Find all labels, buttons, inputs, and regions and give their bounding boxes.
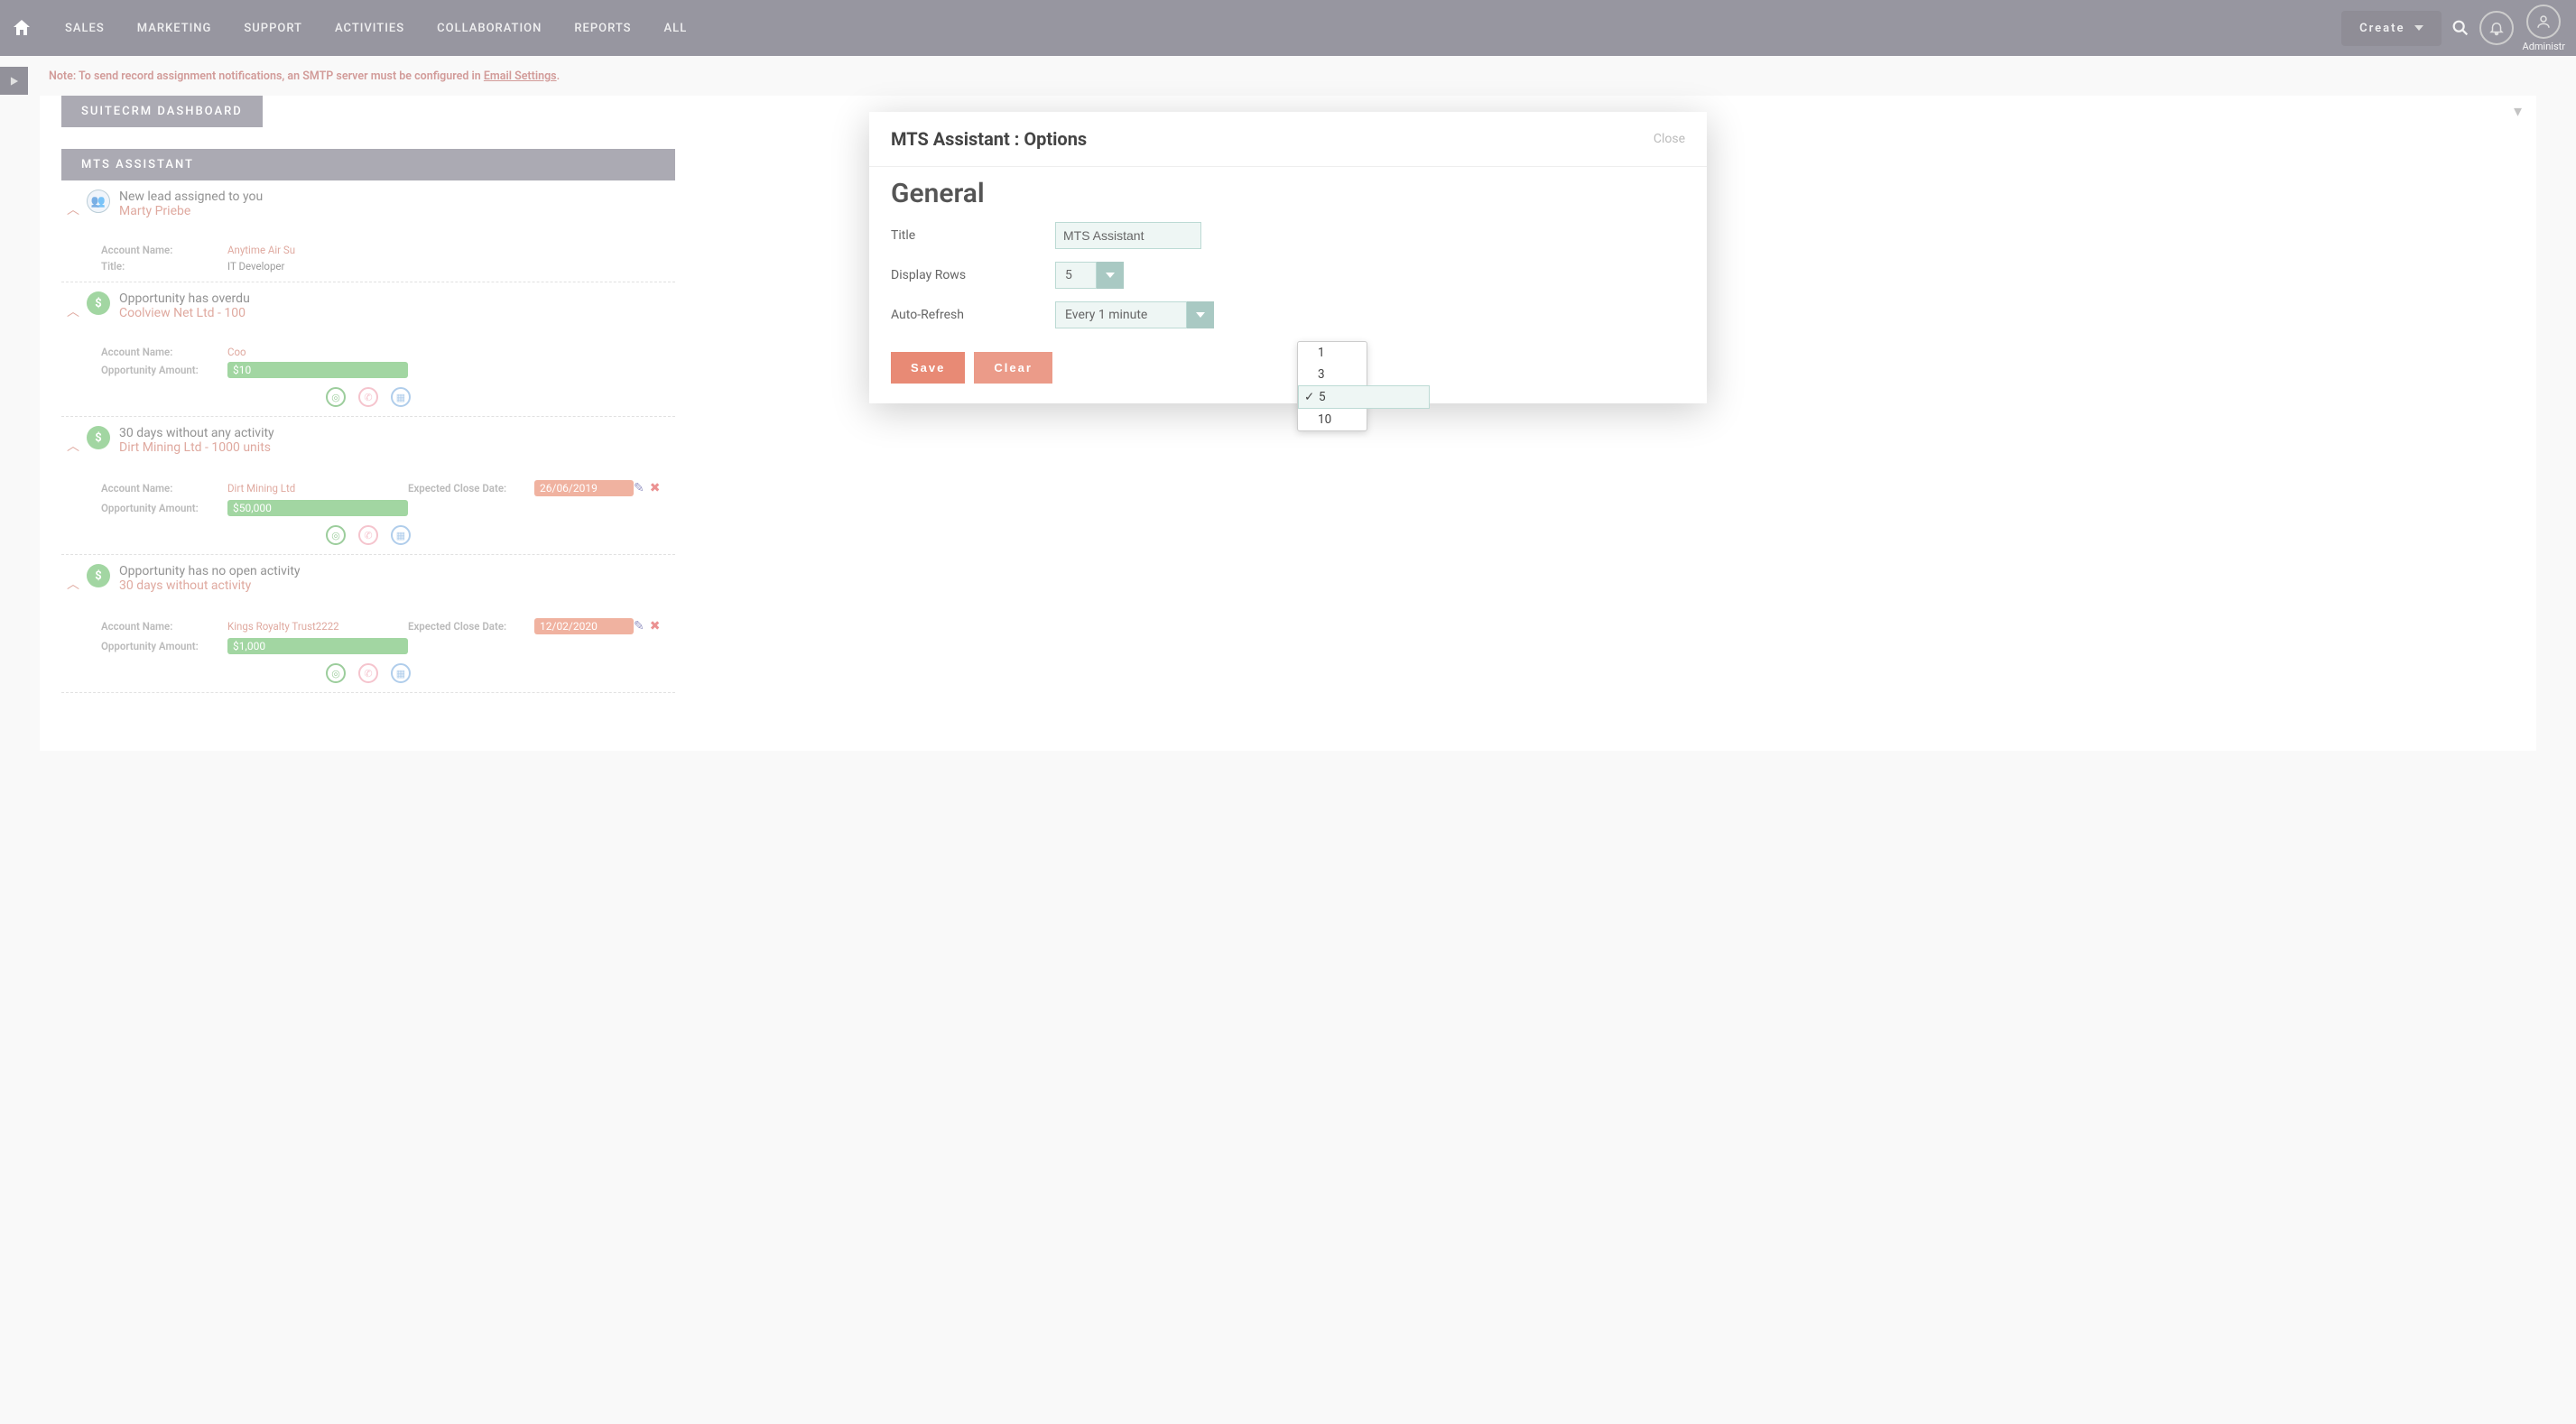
auto-refresh-value: Every 1 minute (1055, 301, 1187, 328)
title-input[interactable] (1055, 222, 1201, 249)
options-modal: MTS Assistant : Options Close General Ti… (869, 112, 1707, 403)
auto-refresh-label: Auto-Refresh (891, 308, 1055, 322)
save-button[interactable]: Save (891, 352, 965, 384)
dropdown-option[interactable]: 1 (1298, 342, 1367, 364)
display-rows-dropdown: 1 3 5 10 (1297, 341, 1367, 431)
select-arrow-icon (1187, 301, 1214, 328)
modal-title: MTS Assistant : Options (891, 128, 1087, 150)
title-field-label: Title (891, 228, 1055, 243)
select-arrow-icon (1097, 262, 1124, 289)
clear-button[interactable]: Clear (974, 352, 1052, 384)
modal-close-link[interactable]: Close (1654, 132, 1685, 146)
display-rows-select[interactable]: 5 (1055, 262, 1124, 289)
general-section-title: General (891, 178, 1685, 209)
dropdown-option-selected[interactable]: 5 (1298, 385, 1430, 409)
display-rows-value: 5 (1055, 262, 1097, 289)
auto-refresh-select[interactable]: Every 1 minute (1055, 301, 1214, 328)
display-rows-label: Display Rows (891, 268, 1055, 282)
dropdown-option[interactable]: 3 (1298, 364, 1367, 385)
dropdown-option[interactable]: 10 (1298, 409, 1367, 430)
